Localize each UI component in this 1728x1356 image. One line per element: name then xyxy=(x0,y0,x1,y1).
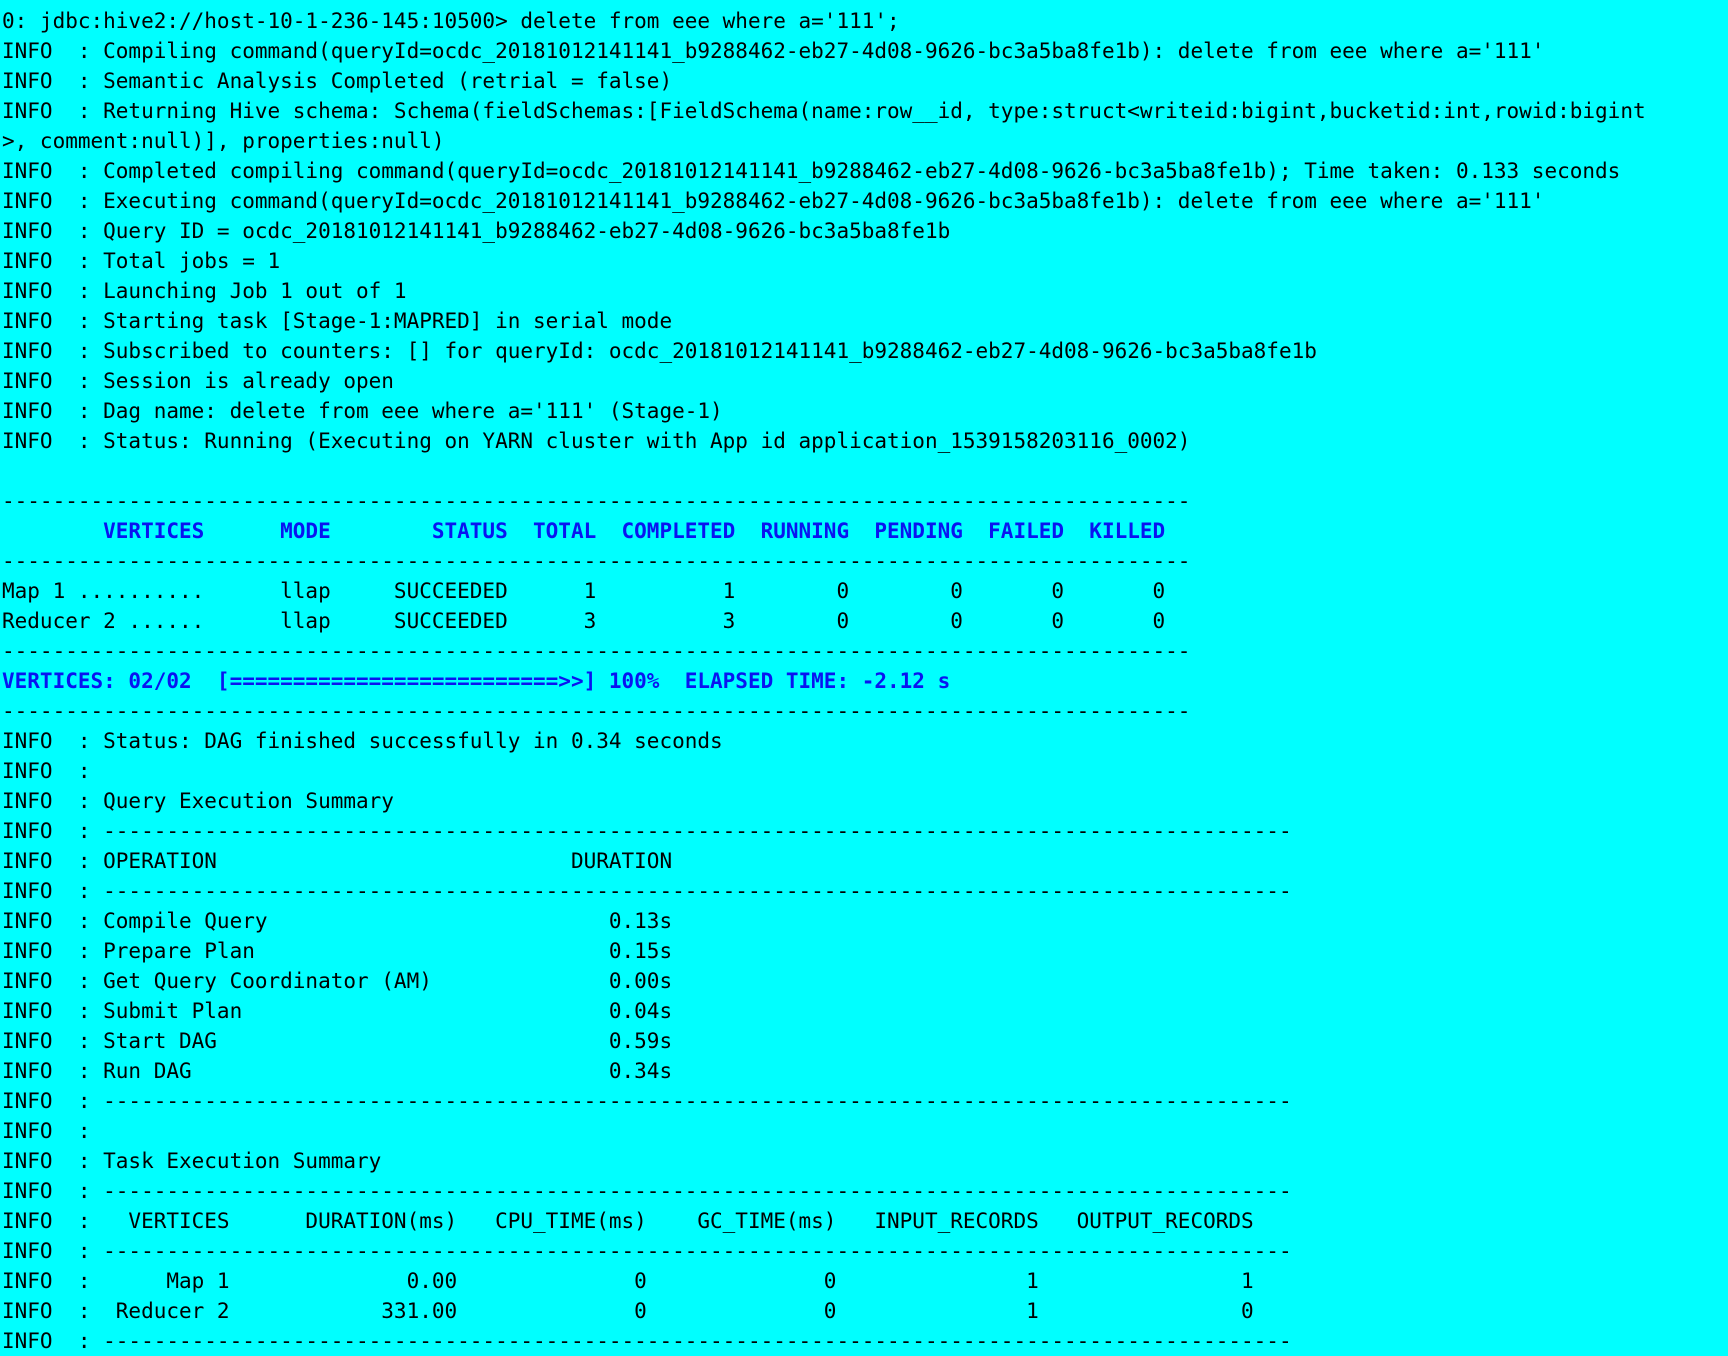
terminal-line: INFO : Task Execution Summary xyxy=(2,1149,382,1173)
terminal-line: INFO : Status: DAG finished successfully… xyxy=(2,729,723,753)
terminal-line: VERTICES MODE STATUS TOTAL COMPLETED RUN… xyxy=(2,519,1166,543)
terminal-line: VERTICES: 02/02 [=======================… xyxy=(2,669,951,693)
terminal-line: INFO : Map 1 0.00 0 0 1 1 xyxy=(2,1269,1254,1293)
terminal-line: INFO : ---------------------------------… xyxy=(2,1179,1292,1203)
terminal-line: INFO : Start DAG 0.59s xyxy=(2,1029,673,1053)
terminal-line: INFO : ---------------------------------… xyxy=(2,1239,1292,1263)
terminal-line: INFO : ---------------------------------… xyxy=(2,879,1292,903)
terminal-line: INFO : Subscribed to counters: [] for qu… xyxy=(2,339,1317,363)
terminal-line: INFO : OPERATION DURATION xyxy=(2,849,673,873)
terminal-line: >, comment:null)], properties:null) xyxy=(2,129,445,153)
terminal-line: Reducer 2 ...... llap SUCCEEDED 3 3 0 0 … xyxy=(2,609,1166,633)
terminal-line: INFO : ---------------------------------… xyxy=(2,1089,1292,1113)
terminal-line: 0: jdbc:hive2://host-10-1-236-145:10500>… xyxy=(2,9,900,33)
terminal-line: INFO : Starting task [Stage-1:MAPRED] in… xyxy=(2,309,673,333)
terminal-line: INFO : Compile Query 0.13s xyxy=(2,909,673,933)
terminal-line: INFO : Completed compiling command(query… xyxy=(2,159,1621,183)
terminal-line: INFO : Prepare Plan 0.15s xyxy=(2,939,673,963)
terminal-line: INFO : Returning Hive schema: Schema(fie… xyxy=(2,99,1646,123)
terminal-line: INFO : Query Execution Summary xyxy=(2,789,394,813)
terminal-output[interactable]: 0: jdbc:hive2://host-10-1-236-145:10500>… xyxy=(0,0,1728,1353)
terminal-line: INFO : xyxy=(2,759,91,783)
terminal-line: INFO : Executing command(queryId=ocdc_20… xyxy=(2,189,1545,213)
terminal-line: Map 1 .......... llap SUCCEEDED 1 1 0 0 … xyxy=(2,579,1166,603)
terminal-line: INFO : Status: Running (Executing on YAR… xyxy=(2,429,1191,453)
terminal-line: ----------------------------------------… xyxy=(2,639,1191,663)
terminal-line: INFO : VERTICES DURATION(ms) CPU_TIME(ms… xyxy=(2,1209,1254,1233)
terminal-line: INFO : Get Query Coordinator (AM) 0.00s xyxy=(2,969,673,993)
terminal-line: INFO : Session is already open xyxy=(2,369,394,393)
terminal-line: INFO : Launching Job 1 out of 1 xyxy=(2,279,407,303)
terminal-line: INFO : Query ID = ocdc_20181012141141_b9… xyxy=(2,219,951,243)
terminal-line: INFO : Dag name: delete from eee where a… xyxy=(2,399,723,423)
terminal-line: INFO : Run DAG 0.34s xyxy=(2,1059,673,1083)
terminal-line: INFO : Semantic Analysis Completed (retr… xyxy=(2,69,673,93)
terminal-line: INFO : xyxy=(2,1119,91,1143)
terminal-line: INFO : Submit Plan 0.04s xyxy=(2,999,673,1023)
terminal-line: ----------------------------------------… xyxy=(2,489,1191,513)
terminal-line: INFO : Reducer 2 331.00 0 0 1 0 xyxy=(2,1299,1254,1323)
terminal-line: ----------------------------------------… xyxy=(2,699,1191,723)
terminal-line: INFO : Total jobs = 1 xyxy=(2,249,281,273)
terminal-line: INFO : Compiling command(queryId=ocdc_20… xyxy=(2,39,1545,63)
terminal-line: INFO : ---------------------------------… xyxy=(2,819,1292,843)
terminal-line: ----------------------------------------… xyxy=(2,549,1191,573)
